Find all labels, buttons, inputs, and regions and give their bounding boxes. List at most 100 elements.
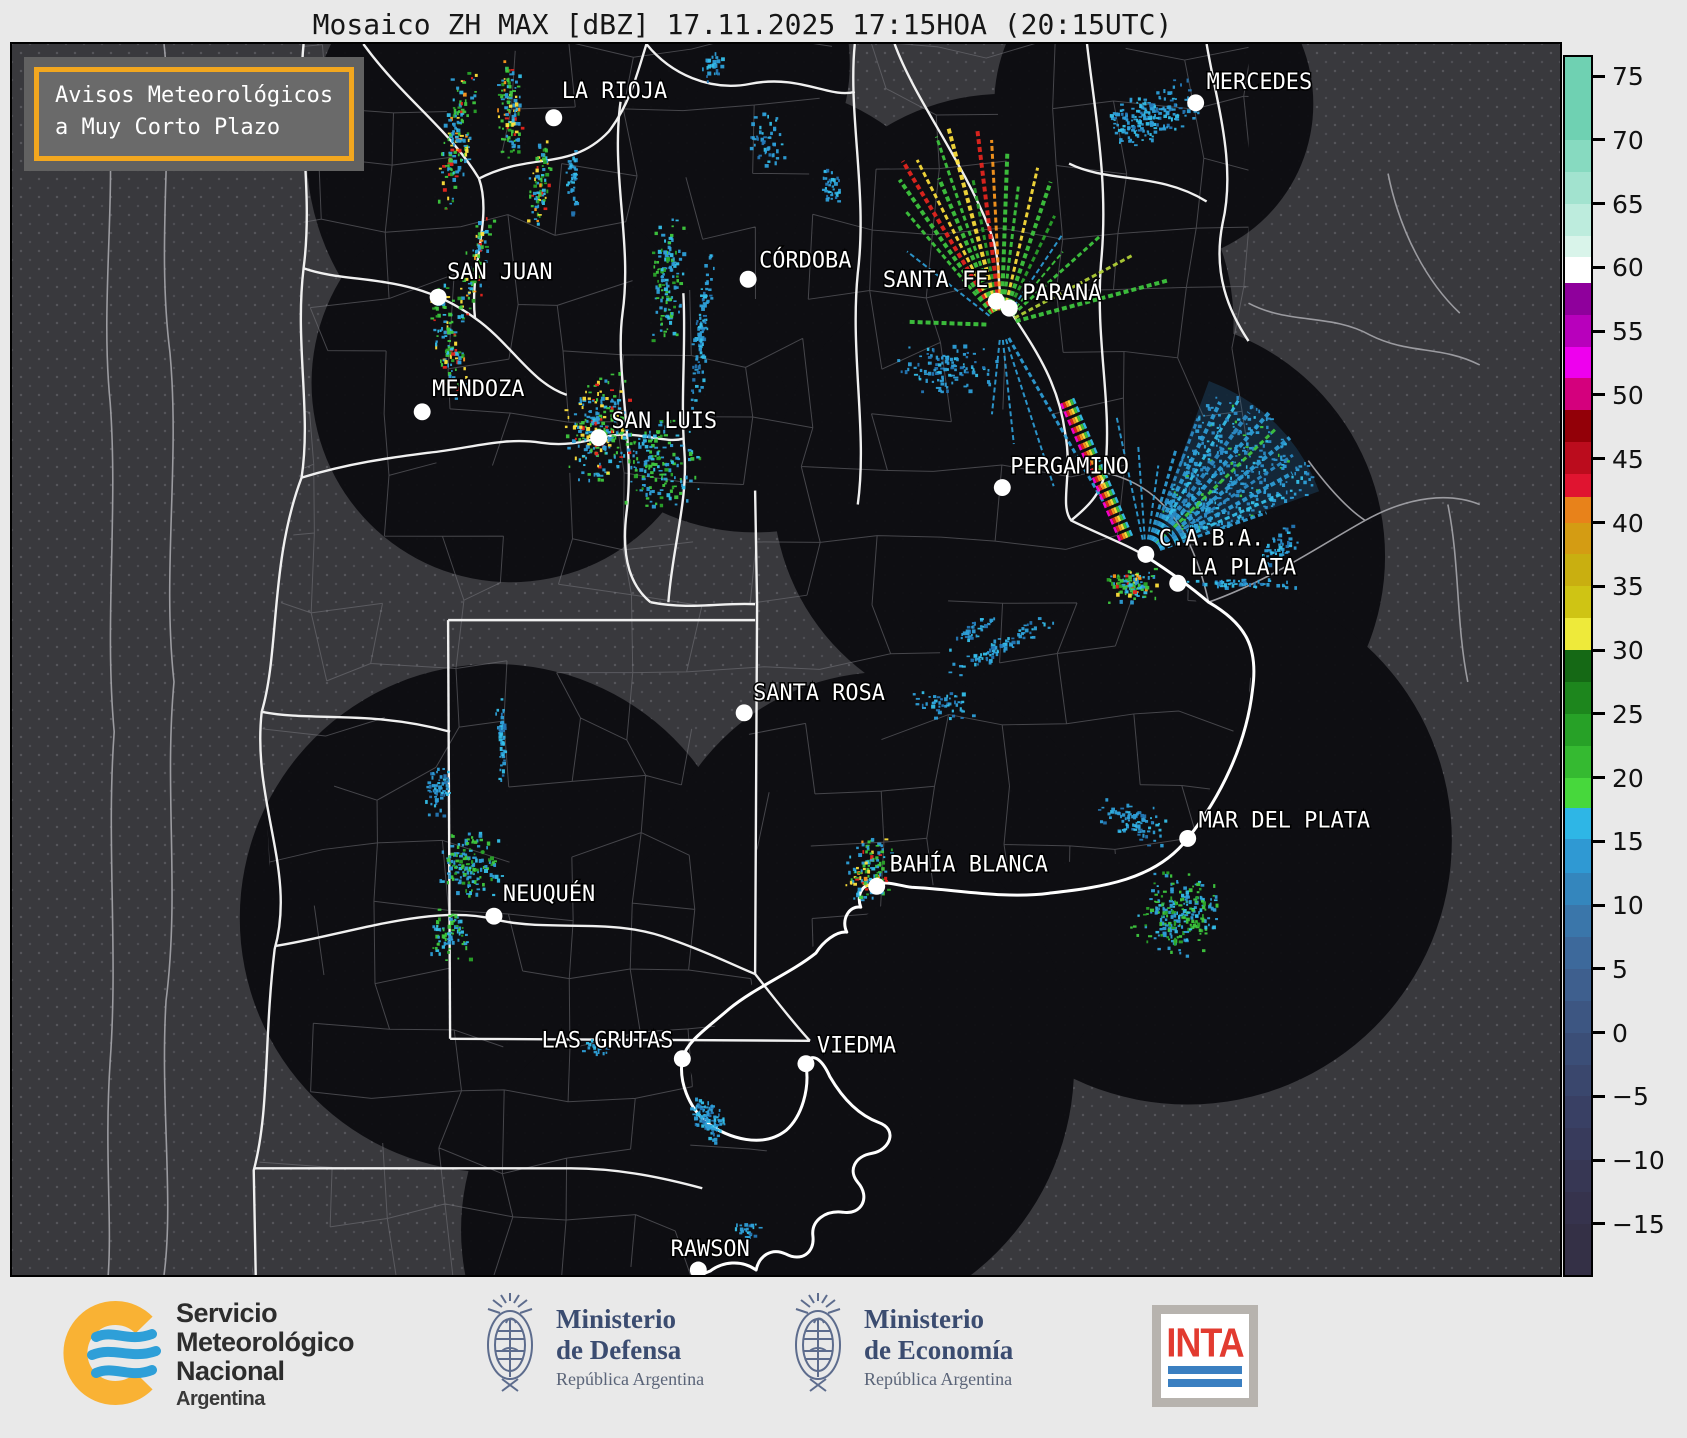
defensa-subtitle: República Argentina [556,1368,705,1389]
city-label-viedma: VIEDMA [817,1034,896,1059]
colorbar-tick [1593,776,1605,780]
colorbar-tick [1593,521,1605,525]
inta-logo-block: INTA [1152,1305,1258,1407]
economia-crest-icon [786,1291,850,1403]
city-dot-san-juan [429,288,447,306]
city-label-santa-fe: SANTA FE [883,268,989,293]
colorbar-segment [1565,1096,1591,1130]
colorbar-tick [1593,1222,1605,1226]
city-dot-mar-del-plata [1179,829,1197,847]
colorbar-segment [1565,235,1591,258]
colorbar-segment [1565,1032,1591,1066]
city-dot-san-luis [590,429,608,447]
economia-name-line1: Ministerio [864,1304,984,1335]
colorbar-segment [1565,838,1591,874]
colorbar-segment [1565,410,1591,443]
colorbar-segment [1565,713,1591,747]
colorbar-tick-label: 20 [1612,763,1644,793]
city-label-paran: PARANÁ [1022,280,1101,306]
colorbar-tick-label: 30 [1612,636,1644,666]
colorbar-segment [1565,650,1591,683]
colorbar-tick-label: 0 [1612,1018,1628,1048]
city-dot-c-rdoba [739,270,757,288]
colorbar-tick-label: 75 [1612,62,1644,92]
city-label-rawson: RAWSON [671,1237,750,1262]
colorbar-segment [1565,745,1591,779]
colorbar-segment [1565,937,1591,970]
colorbar-tick [1593,903,1605,907]
city-label-neuqu-n: NEUQUÉN [503,881,595,907]
colorbar-tick [1593,839,1605,843]
colorbar-segment [1565,1160,1591,1193]
colorbar-segment [1565,1192,1591,1225]
colorbar-tick [1593,648,1605,652]
colorbar-tick [1593,265,1605,269]
radar-screenshot: Mosaico ZH MAX [dBZ] 17.11.2025 17:15HOA… [0,0,1687,1438]
colorbar-segment [1565,681,1591,715]
city-label-c-rdoba: CÓRDOBA [759,247,851,273]
colorbar [1563,55,1593,1277]
page-title: Mosaico ZH MAX [dBZ] 17.11.2025 17:15HOA… [312,8,1173,41]
colorbar-segment [1565,905,1591,938]
defensa-name-line2: de Defensa [556,1334,682,1365]
city-label-pergamino: PERGAMINO [1010,455,1129,480]
colorbar-segment [1565,968,1591,1002]
colorbar-tick [1593,138,1605,142]
colorbar-tick [1593,202,1605,206]
warning-line1: Avisos Meteorológicos [55,83,334,108]
warning-box: Avisos Meteorológicos a Muy Corto Plazo [24,57,365,171]
city-dot-la-rioja [545,109,563,127]
colorbar-tick [1593,393,1605,397]
city-label-las-grutas: LAS GRUTAS [541,1029,673,1054]
colorbar-segment [1565,1000,1591,1034]
colorbar-segment [1565,474,1591,498]
city-label-san-luis: SAN LUIS [612,409,718,434]
warning-box-inner: Avisos Meteorológicos a Muy Corto Plazo [34,67,355,161]
inta-wordmark: INTA [1166,1319,1244,1366]
colorbar-tick-label: 70 [1612,125,1644,155]
smn-logo-icon [56,1299,164,1411]
city-dot-bah-a-blanca [868,877,886,895]
colorbar-tick [1593,967,1605,971]
city-label-la-rioja: LA RIOJA [562,79,668,104]
colorbar-tick-label: 40 [1612,508,1644,538]
city-label-santa-rosa: SANTA ROSA [753,681,885,706]
colorbar-tick-label: 10 [1612,891,1644,921]
city-dot-c-a-b-a [1137,545,1155,563]
city-label-san-juan: SAN JUAN [447,260,553,285]
colorbar-segment [1565,586,1591,619]
smn-name-line3: Nacional [176,1356,285,1387]
colorbar-tick-label: 65 [1612,189,1644,219]
ministerio-defensa-block: Ministerio de Defensa República Argentin… [478,1291,704,1403]
colorbar-tick-label: 60 [1612,253,1644,283]
inta-bar-top [1168,1366,1242,1374]
colorbar-tick-label: 50 [1612,380,1644,410]
colorbar-tick [1593,1094,1605,1098]
defensa-name-line1: Ministerio [556,1304,676,1335]
economia-name-line2: de Economía [864,1334,1014,1365]
economia-subtitle: República Argentina [864,1368,1013,1389]
city-dot-las-grutas [673,1050,691,1068]
colorbar-segment [1565,203,1591,237]
colorbar-segment [1565,1064,1591,1098]
colorbar-tick [1593,74,1605,78]
colorbar-tick-label: 15 [1612,827,1644,857]
city-dot-neuqu-n [485,907,503,925]
colorbar-segment [1565,257,1591,284]
city-dot-viedma [797,1055,815,1073]
colorbar-segment [1565,282,1591,316]
colorbar-tick [1593,584,1605,588]
city-dot-mercedes [1187,94,1205,112]
footer: Servicio Meteorológico Nacional Argentin… [0,1277,1687,1438]
city-dot-mendoza [413,403,431,421]
radar-map: LA RIOJA MERCEDES SAN JUAN CÓRDOBA SANTA FE P… [10,42,1562,1277]
colorbar-tick-label: −5 [1612,1082,1649,1112]
colorbar-segment [1565,777,1591,809]
colorbar-tick-label: 35 [1612,572,1644,602]
colorbar-segment [1565,618,1591,651]
colorbar-tick-label: −10 [1612,1146,1665,1176]
smn-logo-block: Servicio Meteorológico Nacional Argentin… [56,1298,355,1411]
smn-country: Argentina [176,1388,265,1411]
colorbar-tick [1593,457,1605,461]
colorbar-segment [1565,554,1591,587]
